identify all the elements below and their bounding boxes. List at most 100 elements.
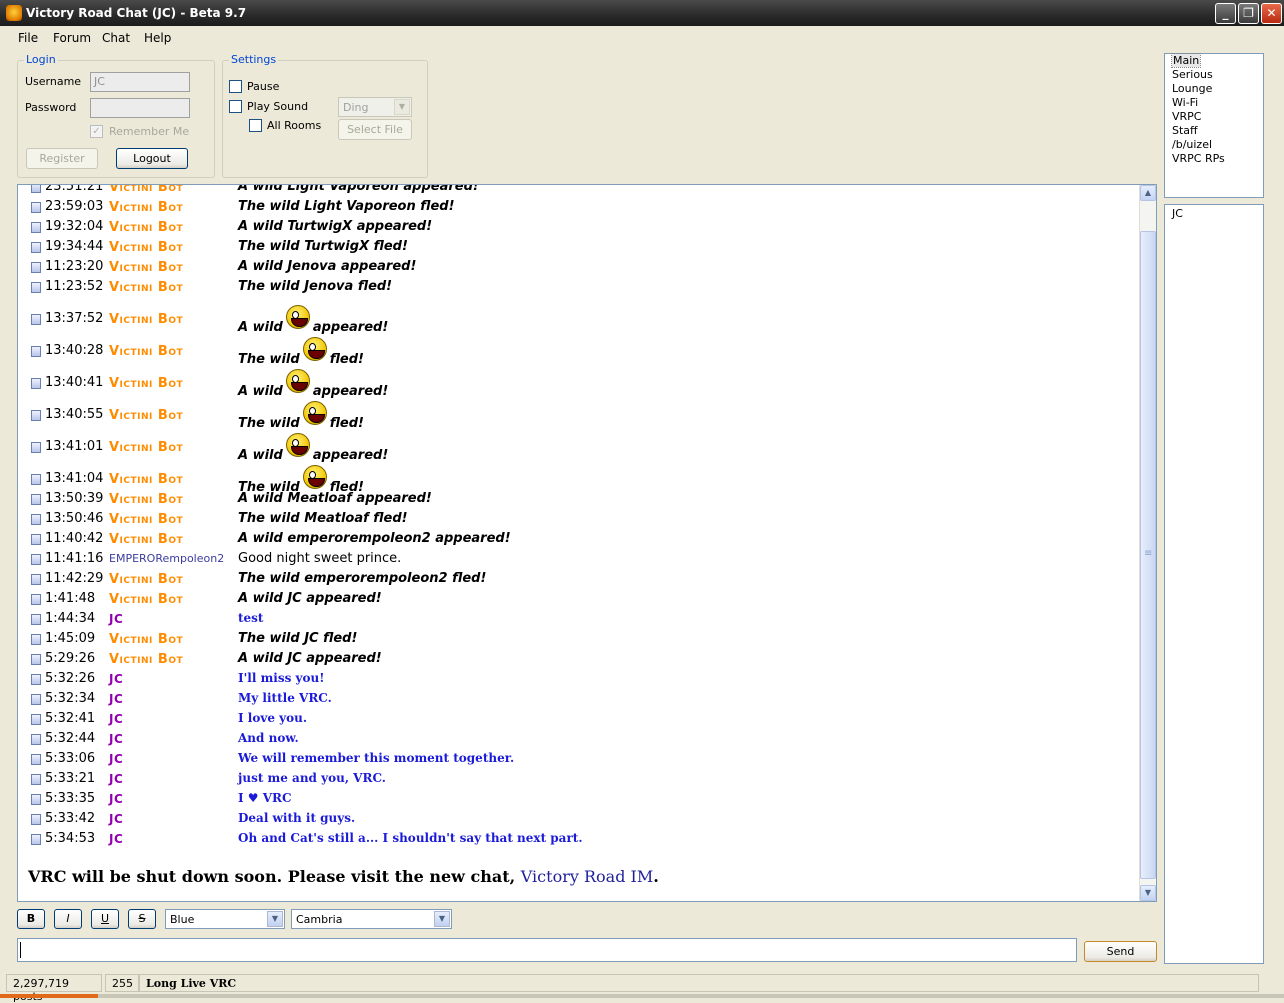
color-select[interactable]: Blue ▼ [165,909,285,929]
underline-button[interactable]: U [91,909,119,929]
username[interactable]: Victini Bot [109,512,183,527]
register-button[interactable]: Register [26,148,98,169]
document-icon [31,185,41,193]
username[interactable]: JC [109,712,123,726]
username-field[interactable]: JC [90,72,190,92]
room-label: Main [1170,53,1202,68]
bold-button[interactable]: B [17,909,45,929]
chat-log[interactable]: 23:51:21 Victini Bot A wild Light Vapore… [17,184,1157,902]
sound-select[interactable]: Ding ▼ [338,97,412,117]
message-text: The wild emperorempoleon2 fled! [238,571,487,586]
password-field[interactable] [90,98,190,118]
pause-label: Pause [247,80,280,93]
username[interactable]: Victini Bot [109,532,183,547]
username[interactable]: Victini Bot [109,344,183,359]
font-select[interactable]: Cambria ▼ [291,909,452,929]
username[interactable]: Victini Bot [109,312,183,327]
username[interactable]: JC [109,612,123,626]
username[interactable]: JC [109,752,123,766]
close-button[interactable]: ✕ [1261,3,1282,24]
username[interactable]: EMPERORempoleon2 [109,552,224,565]
message-text: The wild TurtwigX fled! [238,239,408,254]
username[interactable]: JC [109,772,123,786]
menu-file[interactable]: File [18,31,38,45]
timestamp: 13:40:55 [45,407,104,422]
remember-me-checkbox[interactable]: ✓ [90,125,103,138]
play-sound-checkbox[interactable] [229,100,242,113]
username[interactable]: JC [109,832,123,846]
username[interactable]: Victini Bot [109,220,183,235]
message-text: Deal with it guys. [238,811,356,825]
strikethrough-button[interactable]: S [128,909,156,929]
sound-select-value: Ding [343,101,369,114]
username[interactable]: Victini Bot [109,472,183,487]
username[interactable]: Victini Bot [109,592,183,607]
username[interactable]: Victini Bot [109,492,183,507]
username[interactable]: JC [109,792,123,806]
room-item[interactable]: /b/uizel [1165,138,1263,152]
select-file-button[interactable]: Select File [338,119,412,140]
username[interactable]: JC [109,672,123,686]
message-text: The wild Jenova fled! [238,279,393,294]
scroll-down-icon[interactable]: ▼ [1140,885,1156,901]
message-text: The wild JC fled! [238,631,358,646]
username[interactable]: Victini Bot [109,408,183,423]
pause-checkbox[interactable] [229,80,242,93]
chat-line: 13:41:01 Victini Bot A wild appeared! [18,425,1138,463]
username[interactable]: Victini Bot [109,632,183,647]
timestamp: 5:33:21 [45,771,96,786]
username[interactable]: Victini Bot [109,200,183,215]
username[interactable]: Victini Bot [109,440,183,455]
username[interactable]: Victini Bot [109,572,183,587]
username[interactable]: Victini Bot [109,280,183,295]
chat-line: 11:40:42 Victini Bot A wild emperorempoleo… [18,529,1138,549]
username[interactable]: JC [109,812,123,826]
room-item[interactable]: Main [1165,53,1263,68]
username[interactable]: Victini Bot [109,652,183,667]
room-label: VRPC RPs [1172,152,1225,165]
room-item[interactable]: VRPC [1165,110,1263,124]
username[interactable]: JC [109,692,123,706]
scroll-thumb[interactable] [1140,231,1156,879]
timestamp: 13:41:01 [45,439,104,454]
room-label: Lounge [1172,82,1213,95]
username[interactable]: Victini Bot [109,260,183,275]
victory-road-im-link[interactable]: Victory Road IM [521,867,653,886]
username[interactable]: Victini Bot [109,240,183,255]
room-item[interactable]: Lounge [1165,82,1263,96]
username[interactable]: Victini Bot [109,185,183,195]
document-icon [31,714,41,725]
message-text: Oh and Cat's still a... I shouldn't say … [238,831,583,845]
awesome-face-icon [285,369,310,393]
maximize-button[interactable]: ❐ [1238,3,1259,24]
message-text: A wild JC appeared! [238,591,382,606]
chat-scrollbar[interactable]: ▲ ▼ [1139,185,1156,901]
room-item[interactable]: Serious [1165,68,1263,82]
settings-group-title: Settings [229,53,279,66]
message-input[interactable] [17,938,1077,962]
scroll-up-icon[interactable]: ▲ [1140,185,1156,201]
all-rooms-checkbox[interactable] [249,119,262,132]
chat-line: 1:45:09 Victini Bot The wild JC fled! [18,629,1138,649]
minimize-button[interactable]: _ [1215,3,1236,24]
italic-button[interactable]: I [54,909,82,929]
menu-chat[interactable]: Chat [102,31,130,45]
room-item[interactable]: Wi-Fi [1165,96,1263,110]
message-text: A wild JC appeared! [238,651,382,666]
play-sound-label: Play Sound [247,100,309,113]
room-item[interactable]: Staff [1165,124,1263,138]
menu-forum[interactable]: Forum [53,31,91,45]
timestamp: 5:32:26 [45,671,96,686]
chat-line: 11:23:52 Victini Bot The wild Jenova fled! [18,277,1138,297]
send-button[interactable]: Send [1084,941,1157,962]
username[interactable]: JC [109,732,123,746]
username[interactable]: Victini Bot [109,376,183,391]
user-item[interactable]: JC [1165,207,1263,220]
timestamp: 5:34:53 [45,831,96,846]
message-text: My little VRC. [238,691,332,705]
logout-button[interactable]: Logout [116,148,188,169]
menu-help[interactable]: Help [144,31,171,45]
awesome-face-icon [302,465,327,489]
chat-line: 13:50:39 Victini Bot A wild Meatloaf appea… [18,489,1138,509]
room-item[interactable]: VRPC RPs [1165,152,1263,166]
